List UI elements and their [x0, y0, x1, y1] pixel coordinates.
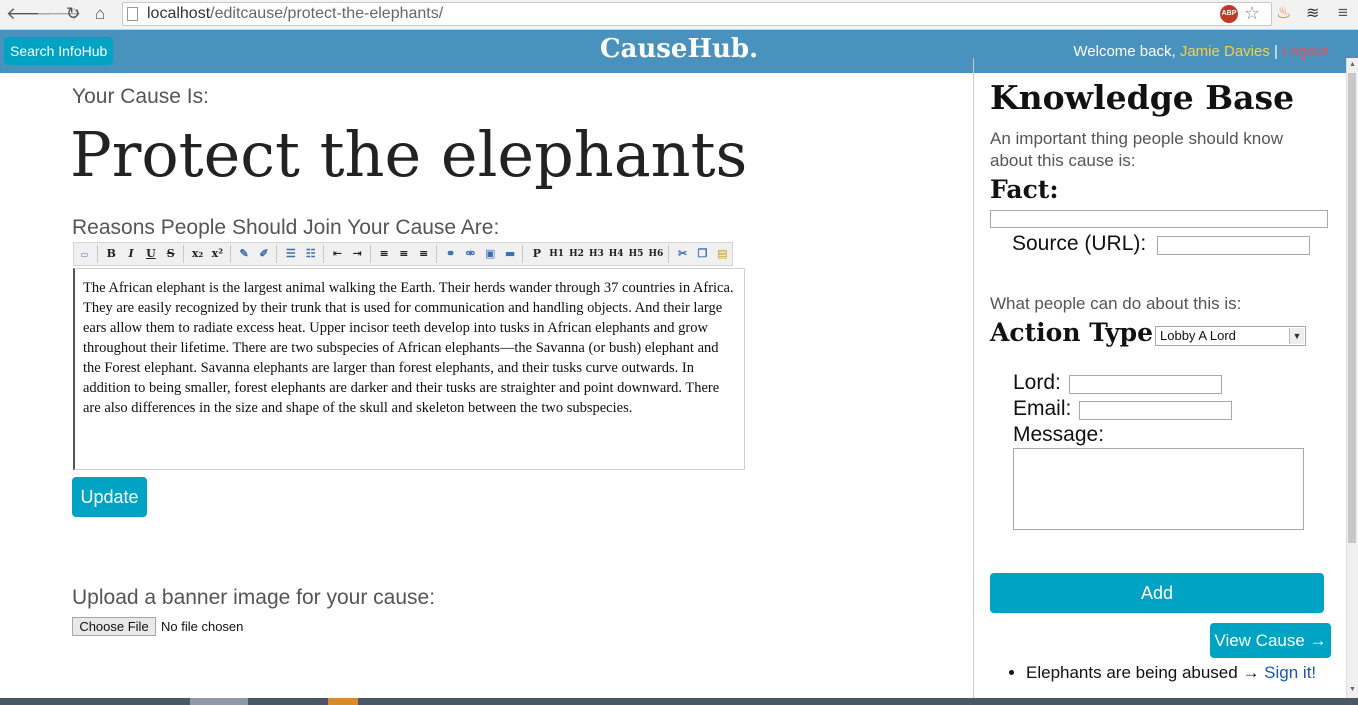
site-header: Search InfoHub CauseHub. Welcome back, J…: [0, 30, 1358, 73]
heading5-button[interactable]: H5: [627, 244, 646, 264]
source-url-label: Source (URL):: [1012, 232, 1147, 255]
align-left-icon[interactable]: ≡: [375, 244, 394, 264]
adblock-icon[interactable]: ABP: [1220, 5, 1238, 23]
message-label: Message:: [1013, 423, 1105, 446]
scroll-down-icon[interactable]: ▼: [1349, 686, 1356, 693]
paste-icon[interactable]: ▤: [713, 244, 732, 264]
action-type-label: Action Type:: [990, 318, 1163, 347]
page-icon: [127, 7, 138, 21]
heading2-button[interactable]: H2: [567, 244, 586, 264]
browser-toolbar: 🡐 🡒 ↻ ⌂ localhost/editcause/protect-the-…: [0, 0, 1358, 30]
scrollbar-thumb[interactable]: [1348, 73, 1356, 543]
logout-link[interactable]: Logout: [1282, 43, 1328, 60]
address-bar[interactable]: localhost/editcause/protect-the-elephant…: [122, 2, 1272, 26]
source-url-input[interactable]: [1157, 236, 1310, 255]
knowledge-base-list: Elephants are being abused → Sign it!: [1008, 662, 1356, 683]
heading4-button[interactable]: H4: [607, 244, 626, 264]
toolbar-separator: [369, 245, 371, 263]
cause-title: Protect the elephants: [70, 118, 748, 191]
unlink-icon[interactable]: ⚮: [461, 244, 480, 264]
lord-input[interactable]: [1069, 375, 1222, 394]
toolbar-separator: [229, 245, 231, 263]
view-cause-button[interactable]: View Cause →: [1210, 623, 1331, 658]
separator: |: [1274, 43, 1278, 60]
layers-icon[interactable]: ≋: [1306, 3, 1319, 23]
upload-label: Upload a banner image for your cause:: [72, 586, 436, 609]
fact-label: Fact:: [990, 175, 1059, 204]
message-textarea[interactable]: [1013, 448, 1304, 530]
indent-icon[interactable]: ⇥: [348, 244, 367, 264]
toolbar-separator: [276, 245, 278, 263]
superscript-button[interactable]: x²: [208, 244, 227, 264]
email-label: Email:: [1013, 397, 1072, 420]
no-file-text: No file chosen: [161, 619, 244, 634]
taskbar-item[interactable]: [190, 698, 248, 705]
ordered-list-icon[interactable]: ☰: [281, 244, 300, 264]
reasons-editor[interactable]: The African elephant is the largest anim…: [73, 268, 745, 470]
action-intro: What people can do about this is:: [990, 294, 1242, 313]
paragraph-button[interactable]: P: [527, 244, 546, 264]
list-item: Elephants are being abused → Sign it!: [1026, 662, 1356, 683]
action-type-value: Lobby A Lord: [1160, 328, 1236, 343]
copy-icon[interactable]: ❐: [693, 244, 712, 264]
sign-it-link[interactable]: Sign it!: [1264, 663, 1316, 682]
knowledge-base-intro: An important thing people should know ab…: [990, 129, 1283, 170]
unordered-list-icon[interactable]: ☷: [301, 244, 320, 264]
email-input[interactable]: [1079, 401, 1232, 420]
align-center-icon[interactable]: ≡: [395, 244, 414, 264]
welcome-message: Welcome back, Jamie Davies | Logout: [1073, 43, 1328, 60]
choose-file-button[interactable]: Choose File: [72, 617, 156, 636]
home-icon[interactable]: ⌂: [95, 4, 105, 24]
toolbar-separator: [96, 245, 98, 263]
align-right-icon[interactable]: ≡: [414, 244, 433, 264]
highlight-color-icon[interactable]: ✐: [255, 244, 274, 264]
toolbar-separator: [522, 245, 524, 263]
toolbar-separator: [323, 245, 325, 263]
font-color-icon[interactable]: ✎: [235, 244, 254, 264]
subscript-button[interactable]: x₂: [188, 244, 207, 264]
lord-label: Lord:: [1013, 371, 1061, 394]
bookmark-star-icon[interactable]: ☆: [1244, 3, 1260, 24]
cause-label: Your Cause Is:: [72, 85, 209, 108]
toolbar-separator: [436, 245, 438, 263]
taskbar-item[interactable]: [328, 698, 358, 705]
welcome-prefix: Welcome back,: [1073, 43, 1180, 60]
editor-toolbar: ▭ B I U S x₂ x² ✎ ✐ ☰ ☷ ⇤ ⇥ ≡ ≡ ≡ ⚭ ⚮ ▣ …: [73, 242, 733, 266]
cut-icon[interactable]: ✂: [673, 244, 692, 264]
add-button[interactable]: Add: [990, 573, 1324, 613]
toolbar-separator: [183, 245, 185, 263]
scroll-up-icon[interactable]: ▲: [1349, 61, 1356, 68]
os-taskbar: [0, 698, 1358, 705]
link-icon[interactable]: ⚭: [441, 244, 460, 264]
action-type-select[interactable]: Lobby A Lord ▼: [1155, 326, 1306, 346]
underline-button[interactable]: U: [141, 244, 160, 264]
reload-icon[interactable]: ↻: [66, 4, 80, 24]
source-view-icon[interactable]: ▭: [75, 244, 94, 264]
horizontal-rule-icon[interactable]: ▬: [501, 244, 520, 264]
knowledge-base-title: Knowledge Base: [990, 78, 1295, 117]
heading6-button[interactable]: H6: [646, 244, 665, 264]
reasons-label: Reasons People Should Join Your Cause Ar…: [72, 216, 500, 239]
italic-button[interactable]: I: [122, 244, 141, 264]
toolbar-separator: [668, 245, 670, 263]
chevron-down-icon: ▼: [1289, 328, 1304, 344]
fact-input[interactable]: [990, 210, 1328, 228]
heading1-button[interactable]: H1: [547, 244, 566, 264]
extension-icon[interactable]: ♨: [1276, 3, 1291, 23]
list-item-text: Elephants are being abused →: [1026, 663, 1265, 682]
column-divider: [973, 58, 974, 705]
outdent-icon[interactable]: ⇤: [328, 244, 347, 264]
user-name-link[interactable]: Jamie Davies: [1180, 43, 1270, 60]
bold-button[interactable]: B: [102, 244, 121, 264]
address-text: localhost/editcause/protect-the-elephant…: [147, 5, 444, 22]
image-icon[interactable]: ▣: [481, 244, 500, 264]
menu-icon[interactable]: ≡: [1338, 3, 1348, 23]
heading3-button[interactable]: H3: [587, 244, 606, 264]
strikethrough-button[interactable]: S: [161, 244, 180, 264]
update-button[interactable]: Update: [72, 477, 147, 517]
